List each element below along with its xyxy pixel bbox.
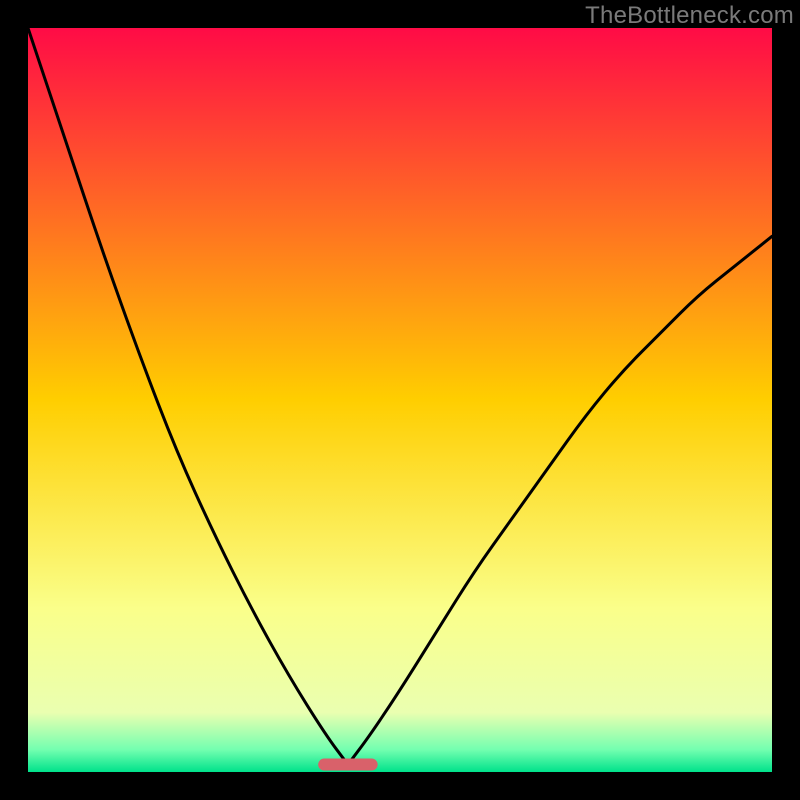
gradient-background: [28, 28, 772, 772]
trough-pill: [318, 759, 378, 771]
trough-marker: [318, 759, 378, 771]
plot-area: [28, 28, 772, 772]
watermark-text: TheBottleneck.com: [585, 2, 794, 30]
chart-frame: TheBottleneck.com: [0, 0, 800, 800]
bottleneck-curve-chart: [28, 28, 772, 772]
